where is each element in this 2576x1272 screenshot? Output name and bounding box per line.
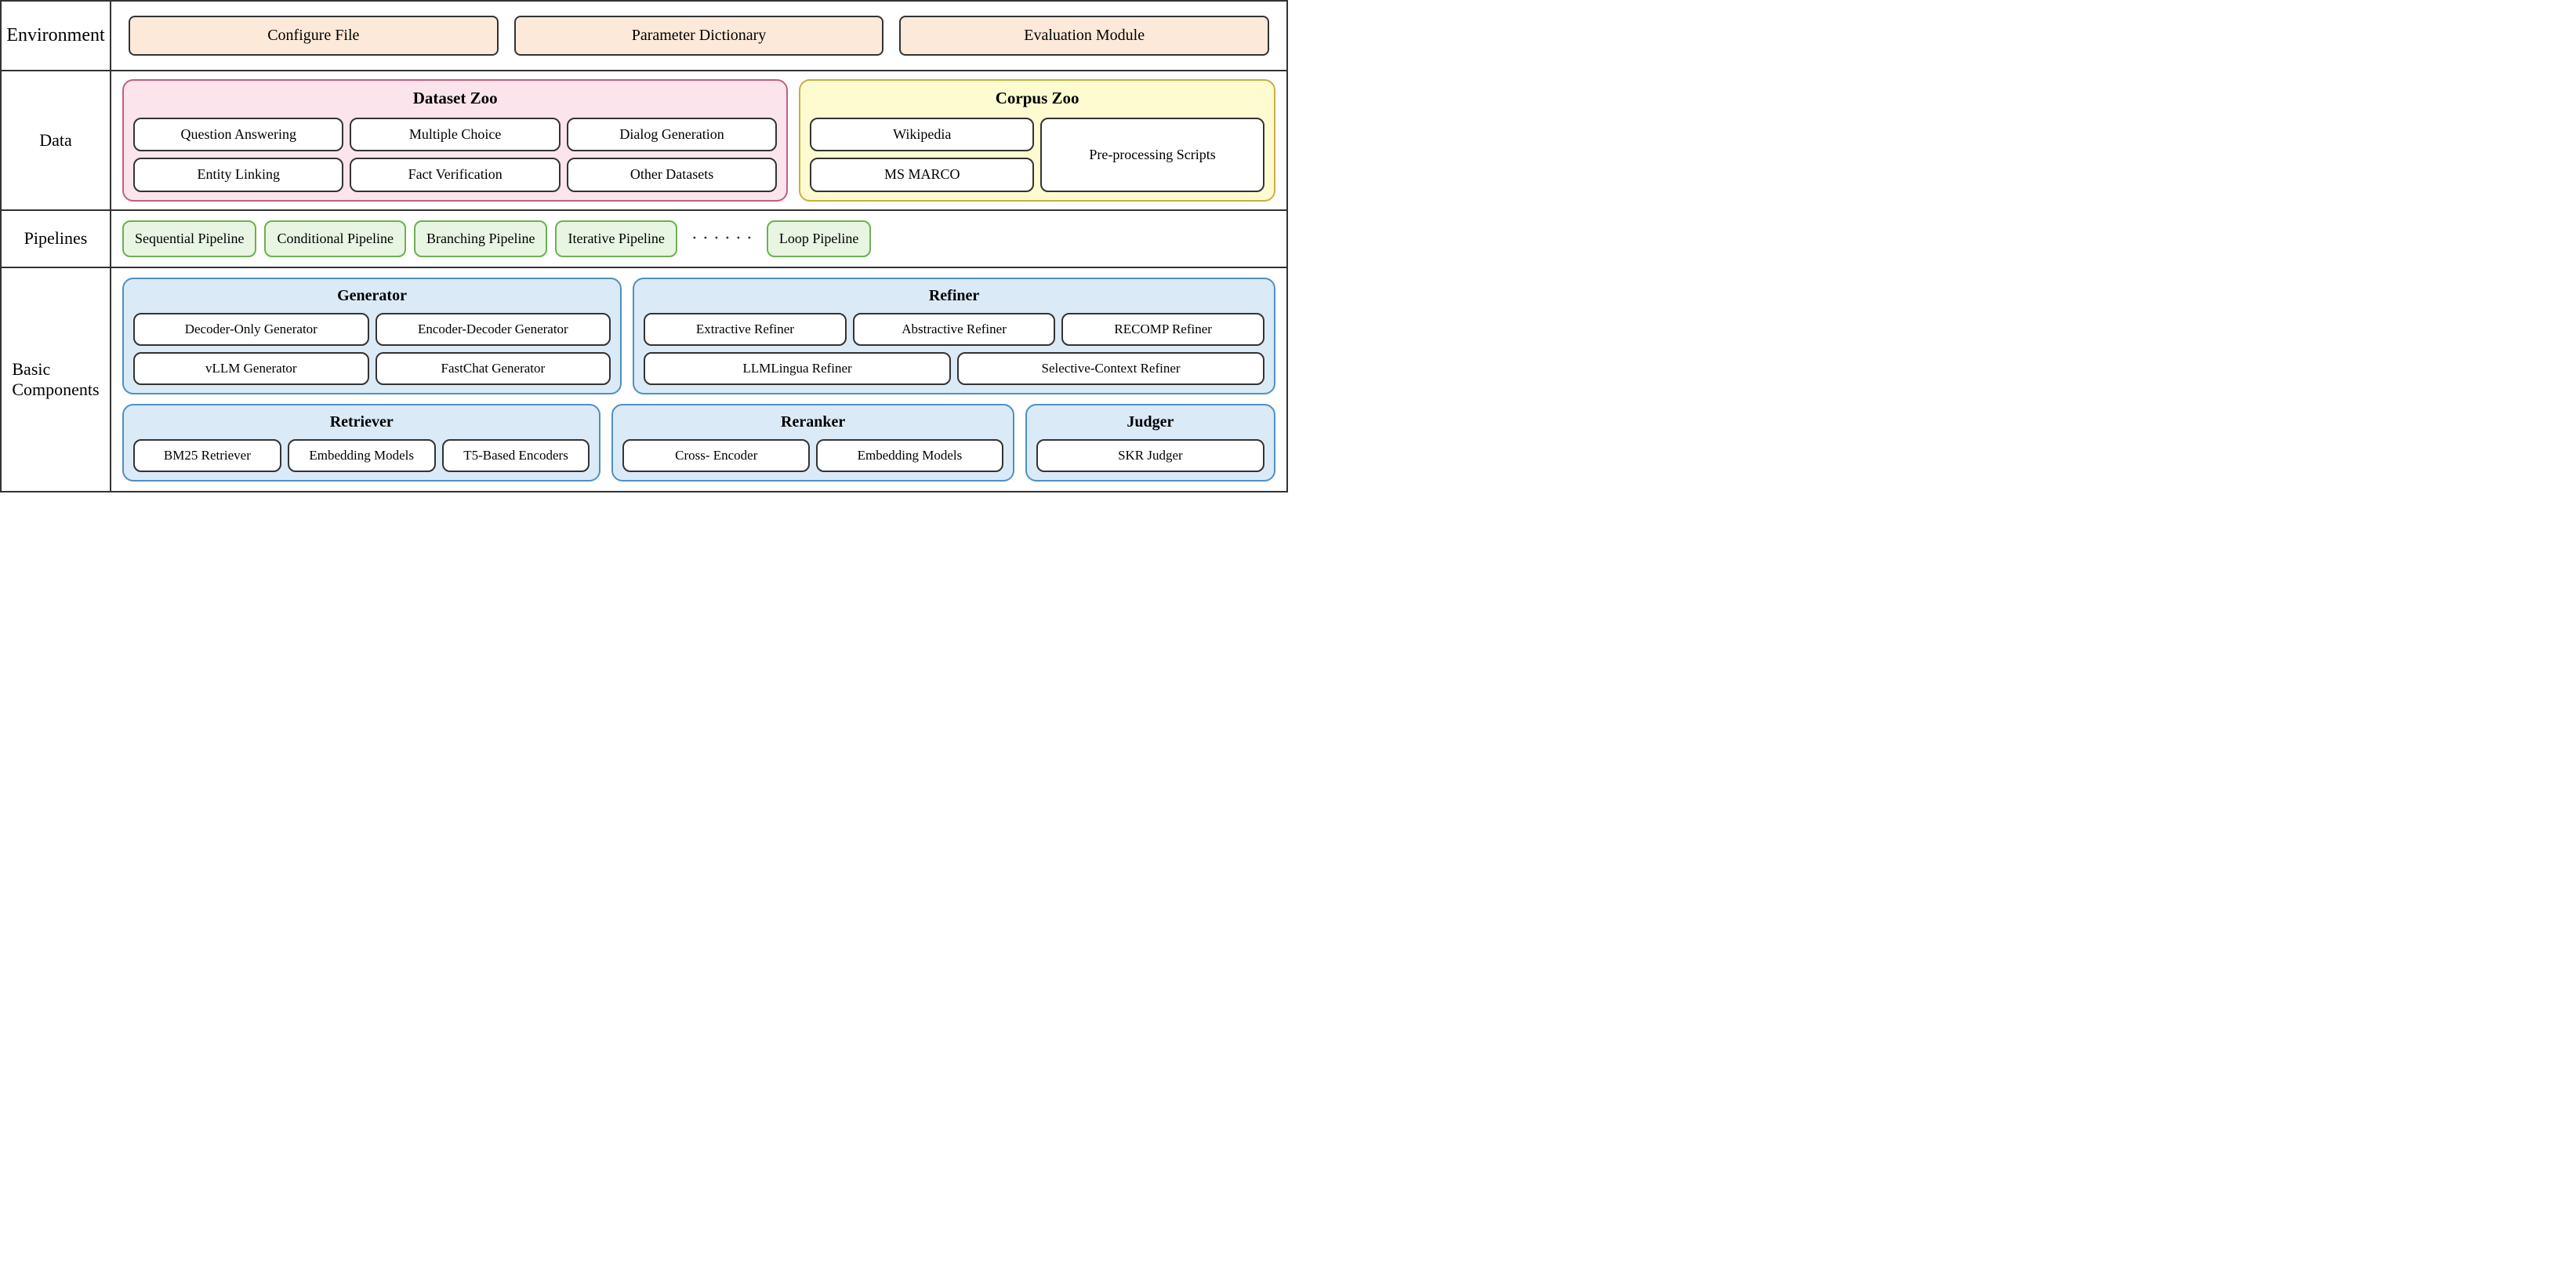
reranker-grid: Cross- Encoder Embedding Models: [622, 439, 1003, 472]
encoder-decoder-generator-item: Encoder-Decoder Generator: [376, 313, 611, 346]
preprocessing-scripts-item: Pre-processing Scripts: [1040, 118, 1264, 192]
dataset-zoo-title: Dataset Zoo: [133, 89, 777, 108]
refiner-bottom-grid: LLMLingua Refiner Selective-Context Refi…: [644, 352, 1264, 385]
corpus-zoo-title: Corpus Zoo: [810, 89, 1264, 108]
refiner-container: Refiner Extractive Refiner Abstractive R…: [633, 278, 1275, 394]
dataset-zoo-container: Dataset Zoo Question Answering Multiple …: [122, 79, 788, 202]
environment-label: Environment: [2, 2, 111, 70]
evaluation-module-box: Evaluation Module: [899, 16, 1269, 56]
pipelines-label: Pipelines: [2, 211, 111, 267]
wikipedia-item: Wikipedia: [810, 118, 1034, 151]
refiner-top-grid: Extractive Refiner Abstractive Refiner R…: [644, 313, 1264, 346]
components-top: Generator Decoder-Only Generator Encoder…: [122, 278, 1275, 394]
configure-file-box: Configure File: [129, 16, 499, 56]
parameter-dictionary-box: Parameter Dictionary: [514, 16, 884, 56]
pipelines-row: Pipelines Sequential Pipeline Conditiona…: [2, 211, 1286, 268]
question-answering-item: Question Answering: [133, 118, 343, 151]
extractive-refiner-item: Extractive Refiner: [644, 313, 847, 346]
skr-judger-item: SKR Judger: [1036, 439, 1264, 472]
dialog-generation-item: Dialog Generation: [567, 118, 777, 151]
conditional-pipeline-box: Conditional Pipeline: [264, 220, 406, 257]
pipeline-dots: · · · · · ·: [685, 228, 759, 249]
pipelines-content: Sequential Pipeline Conditional Pipeline…: [111, 211, 1286, 267]
loop-pipeline-box: Loop Pipeline: [767, 220, 872, 257]
abstractive-refiner-item: Abstractive Refiner: [853, 313, 1056, 346]
reranker-title: Reranker: [622, 413, 1003, 431]
data-label: Data: [2, 71, 111, 209]
data-content: Dataset Zoo Question Answering Multiple …: [111, 71, 1286, 209]
basic-components-label: Basic Components: [2, 268, 111, 491]
components-bottom: Retriever BM25 Retriever Embedding Model…: [122, 404, 1275, 482]
data-row: Data Dataset Zoo Question Answering Mult…: [2, 71, 1286, 211]
t5-based-encoders-item: T5-Based Encoders: [442, 439, 590, 472]
corpus-zoo-container: Corpus Zoo Wikipedia MS MARCO Pre-proces…: [799, 79, 1275, 202]
ms-marco-item: MS MARCO: [810, 158, 1034, 191]
cross-encoder-item: Cross- Encoder: [622, 439, 810, 472]
generator-title: Generator: [133, 287, 611, 305]
generator-container: Generator Decoder-Only Generator Encoder…: [122, 278, 622, 394]
iterative-pipeline-box: Iterative Pipeline: [555, 220, 677, 257]
decoder-only-generator-item: Decoder-Only Generator: [133, 313, 369, 346]
generator-grid: Decoder-Only Generator Encoder-Decoder G…: [133, 313, 611, 385]
vllm-generator-item: vLLM Generator: [133, 352, 369, 385]
basic-components-row: Basic Components Generator Decoder-Only …: [2, 268, 1286, 491]
recomp-refiner-item: RECOMP Refiner: [1061, 313, 1264, 346]
sequential-pipeline-box: Sequential Pipeline: [122, 220, 256, 257]
branching-pipeline-box: Branching Pipeline: [414, 220, 547, 257]
judger-container: Judger SKR Judger: [1025, 404, 1275, 482]
basic-components-content: Generator Decoder-Only Generator Encoder…: [111, 268, 1286, 491]
selective-context-refiner-item: Selective-Context Refiner: [957, 352, 1264, 385]
judger-grid: SKR Judger: [1036, 439, 1264, 472]
fact-verification-item: Fact Verification: [350, 158, 560, 191]
embedding-models-retriever-item: Embedding Models: [288, 439, 436, 472]
environment-row: Environment Configure File Parameter Dic…: [2, 2, 1286, 71]
corpus-zoo-grid: Wikipedia MS MARCO Pre-processing Script…: [810, 118, 1264, 192]
judger-title: Judger: [1036, 413, 1264, 431]
entity-linking-item: Entity Linking: [133, 158, 343, 191]
multiple-choice-item: Multiple Choice: [350, 118, 560, 151]
dataset-zoo-grid: Question Answering Multiple Choice Dialo…: [133, 118, 777, 192]
main-diagram: Environment Configure File Parameter Dic…: [0, 0, 1288, 492]
environment-content: Configure File Parameter Dictionary Eval…: [111, 2, 1286, 70]
bm25-retriever-item: BM25 Retriever: [133, 439, 281, 472]
llmlingua-refiner-item: LLMLingua Refiner: [644, 352, 951, 385]
refiner-title: Refiner: [644, 287, 1264, 305]
corpus-left-col: Wikipedia MS MARCO: [810, 118, 1034, 192]
embedding-models-reranker-item: Embedding Models: [816, 439, 1003, 472]
other-datasets-item: Other Datasets: [567, 158, 777, 191]
reranker-container: Reranker Cross- Encoder Embedding Models: [611, 404, 1014, 482]
fastchat-generator-item: FastChat Generator: [376, 352, 611, 385]
retriever-title: Retriever: [133, 413, 590, 431]
retriever-grid: BM25 Retriever Embedding Models T5-Based…: [133, 439, 590, 472]
retriever-container: Retriever BM25 Retriever Embedding Model…: [122, 404, 600, 482]
